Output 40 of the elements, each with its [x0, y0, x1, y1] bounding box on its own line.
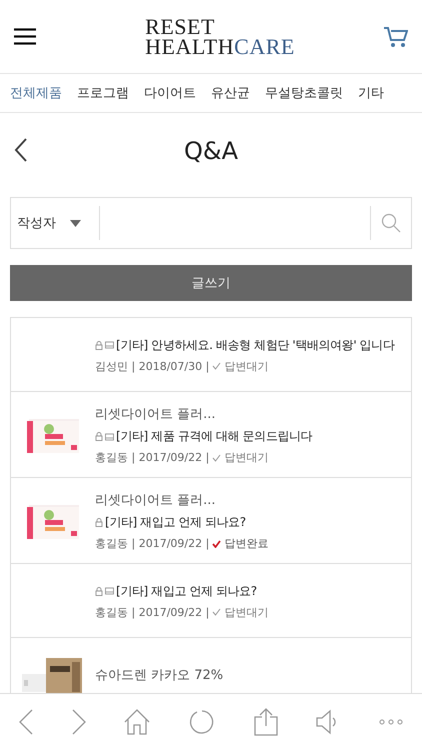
category-tab[interactable]: 유산균	[211, 84, 250, 102]
category-tab[interactable]: 기타	[358, 84, 384, 102]
post-row[interactable]: 리셋다이어트 플러... [기타] 재입고 언제 되나요? 홍길동 | 2017/09/22 | 답변완료	[11, 478, 411, 564]
post-meta: 홍길동 | 2017/09/22 |	[95, 536, 210, 551]
more-icon[interactable]	[378, 719, 403, 725]
post-row[interactable]: [기타] 재입고 언제 되나요? 홍길동 | 2017/09/22 | 답변대기	[11, 564, 411, 638]
category-tab[interactable]: 다이어트	[144, 84, 196, 102]
post-meta: 홍길동 | 2017/09/22 |	[95, 450, 210, 465]
refresh-icon[interactable]	[188, 709, 215, 735]
forward-icon[interactable]	[72, 709, 86, 735]
logo[interactable]: RESET HEALTHCARE	[145, 16, 295, 56]
post-title: [기타] 재입고 언제 되나요?	[105, 514, 246, 531]
post-row[interactable]: 리셋다이어트 플러... [기타] 제품 규격에 대해 문의드립니다 홍길동 | 2017/09/22 | 답변대기	[11, 392, 411, 478]
search-icon[interactable]	[381, 213, 401, 233]
search-field[interactable]: 작성자	[10, 197, 412, 249]
post-title: [기타] 안녕하세요. 배송형 체험단 '택배의여왕' 입니다	[116, 336, 394, 354]
product-name: 리셋다이어트 플러...	[95, 406, 217, 423]
page-title: Q&A	[184, 136, 238, 164]
category-tab[interactable]: 전체제품	[10, 84, 62, 102]
answer-status: 답변대기	[224, 450, 268, 465]
cart-icon[interactable]	[384, 26, 408, 48]
back-icon[interactable]	[14, 138, 27, 162]
filter-dropdown[interactable]: 작성자	[11, 198, 99, 248]
product-name: 슈아드렌 카카오 72%	[95, 667, 224, 684]
menu-icon[interactable]	[14, 28, 36, 45]
category-tab[interactable]: 무설탕초콜릿	[265, 84, 343, 102]
caret-icon	[70, 220, 81, 226]
share-icon[interactable]	[254, 708, 278, 736]
home-icon[interactable]	[124, 709, 150, 735]
category-tab[interactable]: 프로그램	[77, 84, 129, 102]
post-title: [기타] 제품 규격에 대해 문의드립니다	[116, 428, 312, 445]
post-title: [기타] 재입고 언제 되나요?	[116, 582, 257, 600]
post-meta: 홍길동 | 2017/09/22 |	[95, 604, 210, 620]
answer-status: 답변대기	[224, 358, 268, 374]
product-name: 리셋다이어트 플러...	[95, 492, 217, 509]
post-row[interactable]: [기타] 안녕하세요. 배송형 체험단 '택배의여왕' 입니다 김성민 | 2018/07/30 | 답변대기	[11, 318, 411, 392]
answer-status: 답변완료	[224, 536, 268, 551]
post-meta: 김성민 | 2018/07/30 |	[95, 358, 210, 374]
write-button[interactable]: 글쓰기	[10, 265, 412, 301]
answer-status: 답변대기	[224, 604, 268, 620]
